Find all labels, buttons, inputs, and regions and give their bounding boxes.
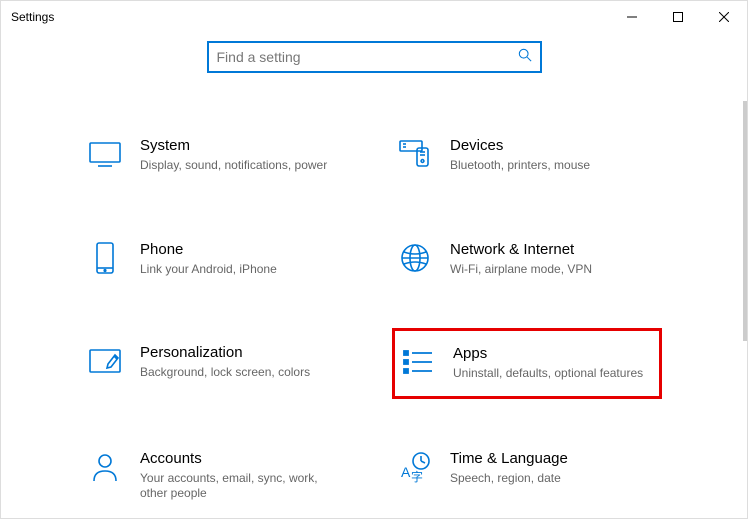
accounts-icon bbox=[88, 450, 122, 484]
category-apps[interactable]: Apps Uninstall, defaults, optional featu… bbox=[392, 328, 662, 399]
category-devices[interactable]: Devices Bluetooth, printers, mouse bbox=[392, 131, 662, 180]
category-text: Phone Link your Android, iPhone bbox=[140, 241, 346, 278]
apps-icon bbox=[401, 345, 435, 379]
maximize-icon bbox=[673, 12, 683, 22]
category-desc: Uninstall, defaults, optional features bbox=[453, 366, 653, 382]
scrollbar[interactable] bbox=[743, 101, 747, 341]
category-personalization[interactable]: Personalization Background, lock screen,… bbox=[82, 338, 352, 389]
svg-text:字: 字 bbox=[411, 469, 423, 483]
search-container bbox=[1, 41, 747, 73]
maximize-button[interactable] bbox=[655, 1, 701, 33]
category-title: Time & Language bbox=[450, 450, 656, 467]
window-controls bbox=[609, 1, 747, 33]
category-title: Accounts bbox=[140, 450, 346, 467]
category-text: Time & Language Speech, region, date bbox=[450, 450, 656, 487]
svg-text:A: A bbox=[401, 464, 411, 480]
category-text: Apps Uninstall, defaults, optional featu… bbox=[453, 345, 653, 382]
category-title: Network & Internet bbox=[450, 241, 656, 258]
personalization-icon bbox=[88, 344, 122, 378]
category-desc: Bluetooth, printers, mouse bbox=[450, 158, 656, 174]
minimize-icon bbox=[627, 12, 637, 22]
content-area: System Display, sound, notifications, po… bbox=[1, 101, 743, 518]
category-title: System bbox=[140, 137, 346, 154]
window-title: Settings bbox=[11, 10, 54, 24]
category-text: Devices Bluetooth, printers, mouse bbox=[450, 137, 656, 174]
search-box[interactable] bbox=[207, 41, 542, 73]
category-phone[interactable]: Phone Link your Android, iPhone bbox=[82, 235, 352, 284]
category-desc: Link your Android, iPhone bbox=[140, 262, 346, 278]
devices-icon bbox=[398, 137, 432, 171]
category-desc: Speech, region, date bbox=[450, 471, 656, 487]
category-system[interactable]: System Display, sound, notifications, po… bbox=[82, 131, 352, 180]
categories-grid: System Display, sound, notifications, po… bbox=[82, 131, 662, 508]
close-icon bbox=[719, 12, 729, 22]
titlebar: Settings bbox=[1, 1, 747, 33]
category-desc: Your accounts, email, sync, work, other … bbox=[140, 471, 346, 502]
category-title: Devices bbox=[450, 137, 656, 154]
category-desc: Display, sound, notifications, power bbox=[140, 158, 346, 174]
search-icon bbox=[518, 48, 532, 67]
category-title: Personalization bbox=[140, 344, 346, 361]
category-desc: Wi-Fi, airplane mode, VPN bbox=[450, 262, 656, 278]
category-text: Personalization Background, lock screen,… bbox=[140, 344, 346, 381]
category-text: Accounts Your accounts, email, sync, wor… bbox=[140, 450, 346, 502]
category-text: Network & Internet Wi-Fi, airplane mode,… bbox=[450, 241, 656, 278]
category-time[interactable]: A字 Time & Language Speech, region, date bbox=[392, 444, 662, 508]
system-icon bbox=[88, 137, 122, 171]
search-input[interactable] bbox=[217, 49, 518, 65]
category-text: System Display, sound, notifications, po… bbox=[140, 137, 346, 174]
category-title: Phone bbox=[140, 241, 346, 258]
category-accounts[interactable]: Accounts Your accounts, email, sync, wor… bbox=[82, 444, 352, 508]
category-desc: Background, lock screen, colors bbox=[140, 365, 346, 381]
phone-icon bbox=[88, 241, 122, 275]
close-button[interactable] bbox=[701, 1, 747, 33]
minimize-button[interactable] bbox=[609, 1, 655, 33]
network-icon bbox=[398, 241, 432, 275]
time-language-icon: A字 bbox=[398, 450, 432, 484]
category-title: Apps bbox=[453, 345, 653, 362]
category-network[interactable]: Network & Internet Wi-Fi, airplane mode,… bbox=[392, 235, 662, 284]
